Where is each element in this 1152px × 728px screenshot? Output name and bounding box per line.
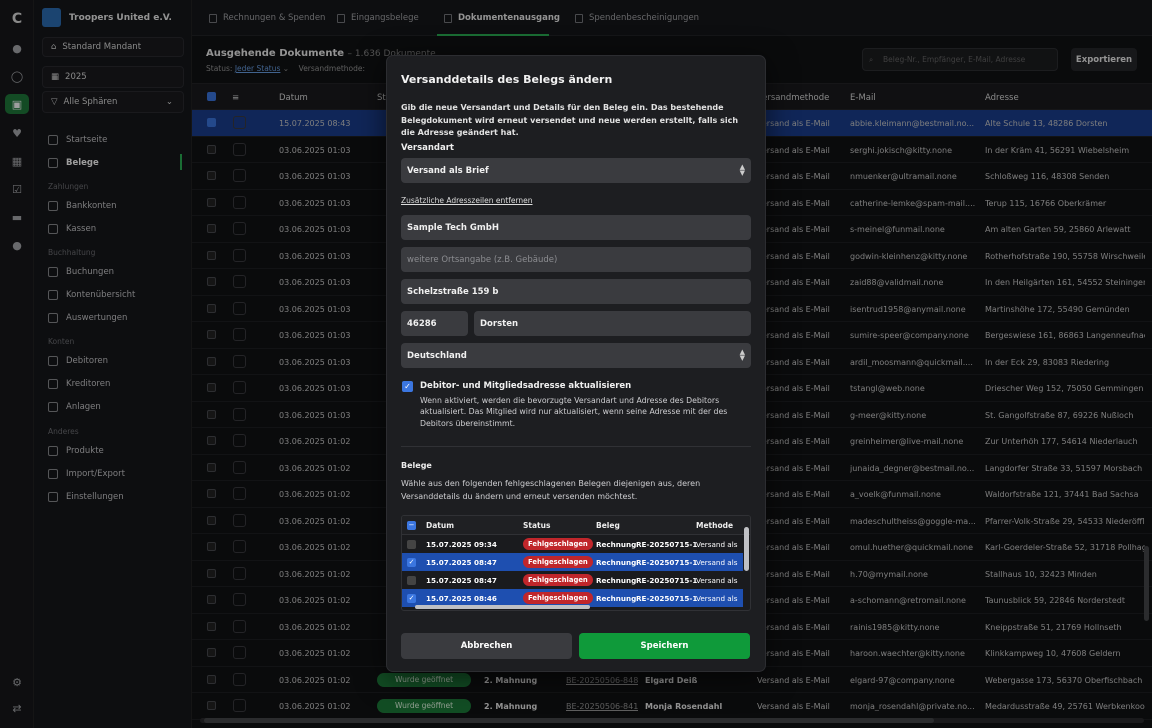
inner-select-all-checkbox[interactable]: −	[407, 521, 416, 530]
versandart-select[interactable]: Versand als Brief ▲ ▼	[401, 158, 751, 183]
modal-title: Versanddetails des Belegs ändern	[401, 73, 613, 86]
select-arrows-icon: ▲ ▼	[739, 163, 745, 177]
city-field[interactable]: Dorsten	[474, 311, 751, 336]
inner-cell-typ: Rechnung	[596, 540, 637, 549]
belege-title: Belege	[401, 461, 432, 470]
inner-header-methode: Methode	[696, 521, 734, 530]
versandart-value: Versand als Brief	[407, 165, 489, 176]
inner-cell-methode: Versand als	[696, 594, 738, 603]
inner-table-row[interactable]: 15.07.2025 09:34 Fehlgeschlagen Rechnung RE…	[402, 535, 743, 553]
failed-badge: Fehlgeschlagen	[523, 538, 593, 550]
inner-cell-methode: Versand als	[696, 576, 738, 585]
zip-field[interactable]: 46286	[401, 311, 468, 336]
modal-description: Gib die neue Versandart und Details für …	[401, 103, 739, 137]
select-arrows-icon: ▲ ▼	[739, 348, 745, 362]
inner-row-checkbox[interactable]: ✓	[407, 594, 416, 603]
inner-cell-typ: Rechnung	[596, 594, 637, 603]
remove-address-lines-link[interactable]: Zusätzliche Adresszeilen entfernen	[401, 196, 533, 205]
divider	[401, 446, 751, 447]
belege-description: Wähle aus den folgenden fehlgeschlagenen…	[401, 479, 701, 501]
inner-row-checkbox[interactable]	[407, 576, 416, 585]
failed-badge: Fehlgeschlagen	[523, 574, 593, 586]
country-value: Deutschland	[407, 350, 467, 361]
save-button[interactable]: Speichern	[579, 633, 750, 659]
inner-cell-nr: RE-20250715-1	[636, 594, 698, 603]
versandart-label: Versandart	[401, 143, 454, 153]
inner-horizontal-scrollbar[interactable]	[415, 605, 590, 609]
name-field[interactable]: Sample Tech GmbH	[401, 215, 751, 240]
failed-badge: Fehlgeschlagen	[523, 556, 593, 568]
failed-documents-table: − Datum Status Beleg Methode 15.07.2025 …	[401, 515, 751, 611]
inner-header-status: Status	[523, 521, 551, 530]
inner-cell-nr: RE-20250715-1	[636, 558, 698, 567]
inner-vertical-scrollbar[interactable]	[744, 527, 749, 571]
inner-row-checkbox[interactable]	[407, 540, 416, 549]
inner-header-beleg: Beleg	[596, 521, 620, 530]
inner-cell-typ: Rechnung	[596, 558, 637, 567]
inner-cell-datum: 15.07.2025 08:46	[426, 594, 497, 603]
update-address-description: Wenn aktiviert, werden die bevorzugte Ve…	[420, 396, 728, 428]
inner-cell-methode: Versand als	[696, 558, 738, 567]
update-address-label[interactable]: Debitor- und Mitgliedsadresse aktualisie…	[420, 381, 631, 391]
inner-row-checkbox[interactable]: ✓	[407, 558, 416, 567]
inner-cell-typ: Rechnung	[596, 576, 637, 585]
inner-table-row[interactable]: ✓ 15.07.2025 08:47 Fehlgeschlagen Rechnung R…	[402, 553, 743, 571]
inner-cell-nr: RE-20250715-1	[636, 576, 698, 585]
inner-cell-datum: 15.07.2025 08:47	[426, 576, 497, 585]
edit-shipping-modal: Versanddetails des Belegs ändern Gib die…	[386, 55, 766, 672]
cancel-button[interactable]: Abbrechen	[401, 633, 572, 659]
inner-cell-datum: 15.07.2025 09:34	[426, 540, 497, 549]
inner-cell-datum: 15.07.2025 08:47	[426, 558, 497, 567]
inner-table-row[interactable]: 15.07.2025 08:47 Fehlgeschlagen Rechnung RE…	[402, 571, 743, 589]
extra-location-field[interactable]: weitere Ortsangabe (z.B. Gebäude)	[401, 247, 751, 272]
failed-badge: Fehlgeschlagen	[523, 592, 593, 604]
inner-cell-nr: RE-20250715-1	[636, 540, 698, 549]
inner-table-header: − Datum Status Beleg Methode	[402, 516, 750, 535]
street-field[interactable]: Schelzstraße 159 b	[401, 279, 751, 304]
inner-header-datum: Datum	[426, 521, 455, 530]
country-select[interactable]: Deutschland ▲ ▼	[401, 343, 751, 368]
inner-cell-methode: Versand als	[696, 540, 738, 549]
update-address-checkbox[interactable]: ✓	[402, 381, 413, 392]
